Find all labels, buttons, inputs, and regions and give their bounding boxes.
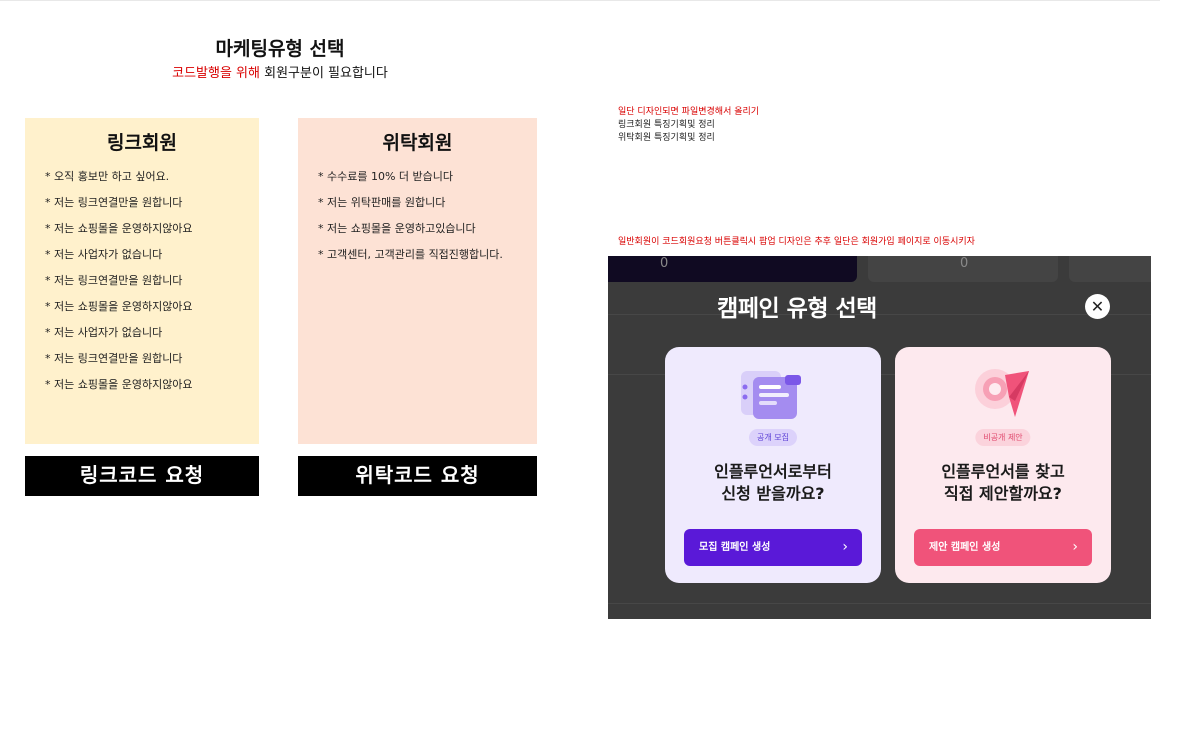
propose-badge: 비공개 제안 <box>975 429 1031 446</box>
recruit-question-line: 신청 받을까요? <box>721 484 825 503</box>
list-item: * 저는 링크연결만을 원합니다 <box>45 274 183 287</box>
consign-code-request-button[interactable]: 위탁코드 요청 <box>298 456 537 496</box>
note-line: 위탁회원 특징기획및 정리 <box>618 133 715 143</box>
chevron-right-icon: › <box>1072 539 1078 555</box>
recruit-badge: 공개 모집 <box>749 429 797 446</box>
create-recruit-campaign-button[interactable]: 모집 캠페인 생성 › <box>684 529 862 566</box>
propose-question-line: 직접 제안할까요? <box>944 484 1062 503</box>
propose-campaign-card[interactable]: 비공개 제안 인플루언서를 찾고 직접 제안할까요? 제안 캠페인 생성 › <box>895 347 1111 583</box>
background-divider <box>608 603 1151 604</box>
create-recruit-campaign-label: 모집 캠페인 생성 <box>699 542 771 553</box>
list-item: * 저는 링크연결만을 원합니다 <box>45 352 183 365</box>
note-line: 일단 디자인되면 파일변경해서 올리기 <box>618 107 760 117</box>
top-divider <box>0 0 1160 1</box>
link-member-card: 링크회원 * 오직 홍보만 하고 싶어요. * 저는 링크연결만을 원합니다 *… <box>25 118 259 444</box>
design-notes: 일단 디자인되면 파일변경해서 올리기 링크회원 특징기획및 정리 위탁회원 특… <box>618 106 759 145</box>
subtitle-highlight: 코드발행을 위해 <box>172 66 260 81</box>
list-item: * 수수료를 10% 더 받습니다 <box>318 170 454 183</box>
list-item: * 저는 쇼핑몰을 운영하지않아요 <box>45 300 193 313</box>
consign-member-card: 위탁회원 * 수수료를 10% 더 받습니다 * 저는 위탁판매를 원합니다 *… <box>298 118 537 444</box>
list-item: * 저는 쇼핑몰을 운영하지않아요 <box>45 222 193 235</box>
recruit-question-line: 인플루언서로부터 <box>714 462 832 481</box>
chevron-right-icon: › <box>842 539 848 555</box>
background-stat-card <box>608 256 857 282</box>
document-list-illustration-icon <box>741 371 801 419</box>
consign-member-title: 위탁회원 <box>382 132 453 154</box>
campaign-type-modal-screenshot: 0 0 캠페인 유형 선택 ✕ 공개 모집 인플루언서로부터 신청 받을까요? … <box>608 256 1151 619</box>
list-item: * 고객센터, 고객관리를 직접진행합니다. <box>318 248 503 261</box>
note-line: 링크회원 특징기획및 정리 <box>618 120 715 130</box>
page-title: 마케팅유형 선택 <box>215 38 345 60</box>
list-item: * 저는 위탁판매를 원합니다 <box>318 196 446 209</box>
paper-plane-illustration-icon <box>975 369 1029 417</box>
create-propose-campaign-label: 제안 캠페인 생성 <box>929 542 1001 553</box>
propose-question: 인플루언서를 찾고 직접 제안할까요? <box>895 461 1111 505</box>
page-heading: 마케팅유형 선택 코드발행을 위해 회원구분이 필요합니다 <box>130 36 430 86</box>
background-stat-card <box>1069 256 1151 282</box>
modal-title: 캠페인 유형 선택 <box>717 296 877 322</box>
link-member-features: * 오직 홍보만 하고 싶어요. * 저는 링크연결만을 원합니다 * 저는 쇼… <box>25 164 259 398</box>
create-propose-campaign-button[interactable]: 제안 캠페인 생성 › <box>914 529 1092 566</box>
background-stat-value: 0 <box>660 256 669 271</box>
link-member-title: 링크회원 <box>107 132 177 154</box>
recruit-question: 인플루언서로부터 신청 받을까요? <box>665 461 881 505</box>
close-icon[interactable]: ✕ <box>1085 294 1110 319</box>
link-code-request-button[interactable]: 링크코드 요청 <box>25 456 259 496</box>
popup-note: 일반회원이 코드회원요청 버튼클릭시 팝업 디자인은 추후 일단은 회원가입 페… <box>618 237 975 247</box>
recruit-campaign-card[interactable]: 공개 모집 인플루언서로부터 신청 받을까요? 모집 캠페인 생성 › <box>665 347 881 583</box>
list-item: * 오직 홍보만 하고 싶어요. <box>45 170 170 183</box>
background-stat-value: 0 <box>960 256 969 271</box>
list-item: * 저는 사업자가 없습니다 <box>45 326 163 339</box>
subtitle-rest: 회원구분이 필요합니다 <box>259 66 388 81</box>
propose-question-line: 인플루언서를 찾고 <box>941 462 1065 481</box>
list-item: * 저는 쇼핑몰을 운영하고있습니다 <box>318 222 476 235</box>
page-subtitle: 코드발행을 위해 회원구분이 필요합니다 <box>130 62 430 86</box>
consign-member-features: * 수수료를 10% 더 받습니다 * 저는 위탁판매를 원합니다 * 저는 쇼… <box>298 164 537 268</box>
list-item: * 저는 쇼핑몰을 운영하지않아요 <box>45 378 193 391</box>
list-item: * 저는 링크연결만을 원합니다 <box>45 196 183 209</box>
list-item: * 저는 사업자가 없습니다 <box>45 248 163 261</box>
